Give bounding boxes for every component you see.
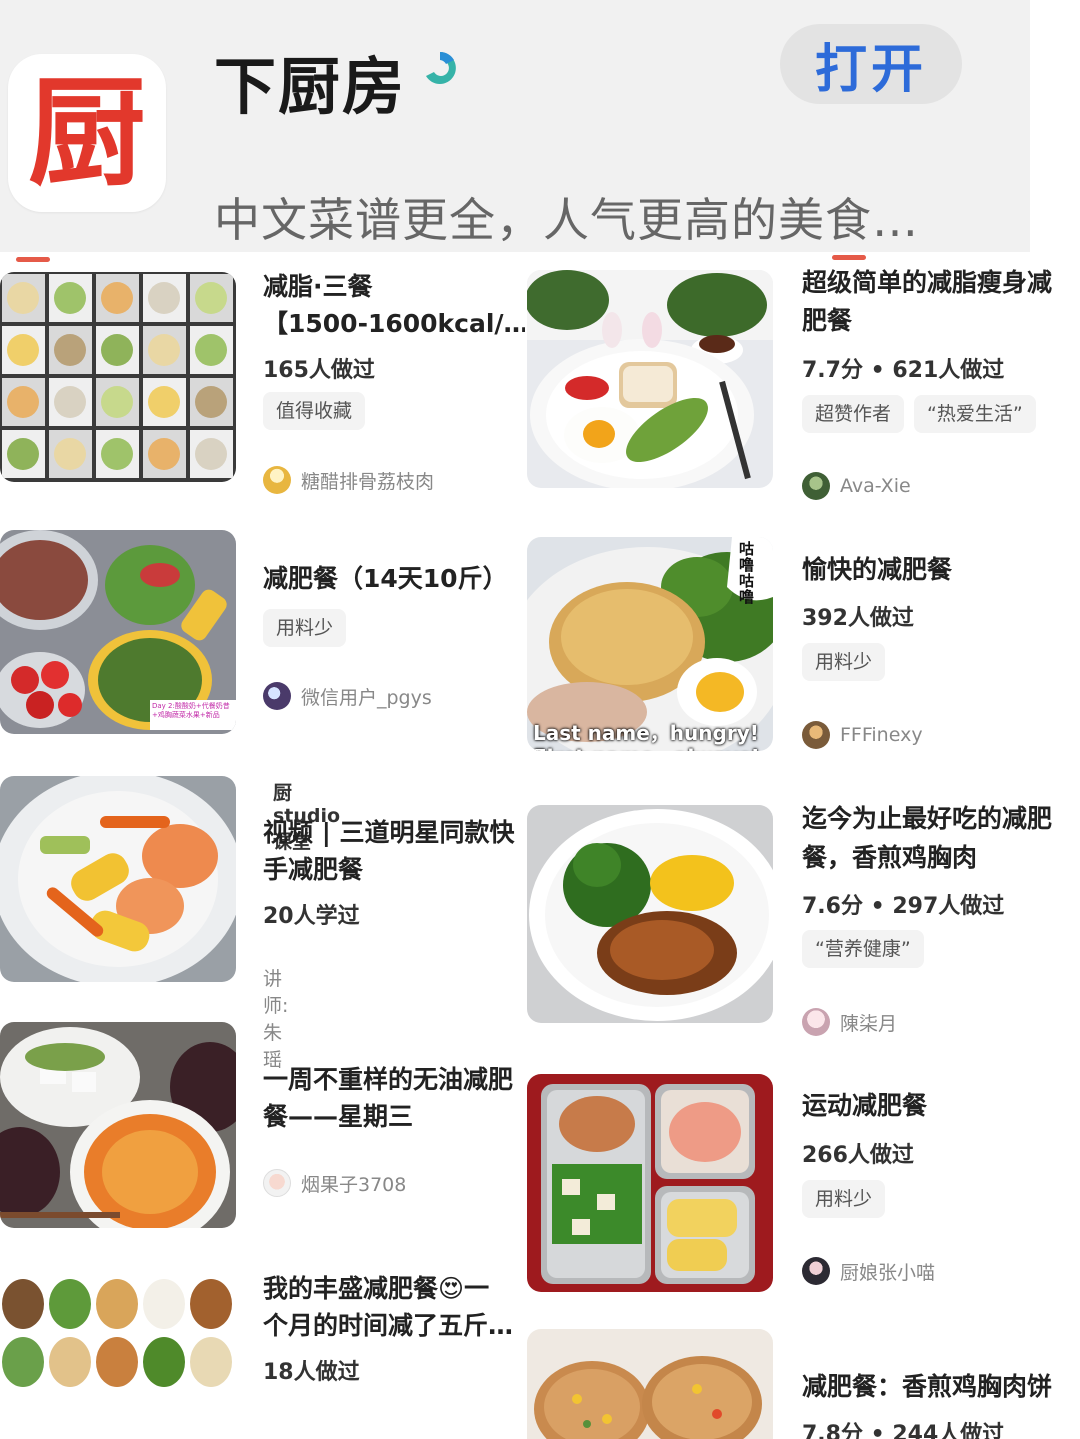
recipe-title-line2[interactable]: 【1500-1600kcal/…: [263, 305, 525, 343]
author-name: 陳柒月: [840, 1012, 898, 1035]
course-title-line2[interactable]: 手减肥餐: [263, 851, 525, 889]
app-tagline: 中文菜谱更全，人气更高的美食…: [214, 193, 919, 247]
author[interactable]: 陳柒月: [802, 1008, 897, 1036]
author[interactable]: FFFinexy: [802, 721, 923, 749]
chicken-corn-photo: [527, 805, 773, 1023]
recipe-tag: 超赞作者: [802, 395, 905, 433]
meal-grid-photo: [0, 272, 236, 482]
author-name: 烟果子3708: [301, 1173, 407, 1196]
recipe-tag: 值得收藏: [263, 392, 366, 430]
course-stats: 20人学过: [263, 904, 360, 929]
recipe-thumbnail[interactable]: Day 2:酸酸奶+代餐奶昔 +鸡胸蔬菜水果+新品: [0, 530, 236, 734]
recipe-title-line2[interactable]: 个月的时间减了五斤…: [263, 1307, 525, 1345]
recipe-title[interactable]: 迄今为止最好吃的减肥: [802, 800, 1080, 838]
recipe-thumbnail[interactable]: [527, 1329, 773, 1439]
recipe-thumbnail[interactable]: Last name，hungry! First name，always! 咕噜咕…: [527, 537, 773, 751]
recipe-tag: 用料少: [802, 1180, 886, 1218]
app-name: 下厨房: [214, 50, 407, 123]
tofu-soup-photo: [0, 1022, 236, 1228]
recipe-title-line2[interactable]: 餐——星期三: [263, 1098, 525, 1136]
scroll-marker: [16, 257, 50, 262]
recipe-title[interactable]: 减脂·三餐: [263, 268, 525, 306]
recipe-tag: “营养健康”: [802, 930, 924, 968]
recipe-title[interactable]: 一周不重样的无油减肥: [263, 1061, 525, 1099]
author-name: 糖醋排骨荔枝肉: [301, 470, 435, 493]
recipe-title[interactable]: 减肥餐：香煎鸡胸肉饼: [802, 1368, 1080, 1406]
avatar: [263, 682, 291, 710]
recipe-stats: 266人做过: [802, 1143, 914, 1168]
thumbnail-overlay-text: First name，always!: [533, 741, 760, 751]
recipe-stats: 165人做过: [263, 358, 375, 383]
author-name: FFFinexy: [840, 724, 923, 746]
author[interactable]: Ava-Xie: [802, 472, 911, 500]
author[interactable]: 微信用户_pgys: [263, 682, 432, 710]
recipe-stats: 18人做过: [263, 1360, 360, 1385]
verified-icon: [426, 51, 456, 84]
author[interactable]: 厨娘张小喵: [802, 1257, 935, 1285]
breakfast-plate-photo: [527, 270, 773, 488]
lunchbox-photo: [527, 1074, 773, 1292]
author[interactable]: 烟果子3708: [263, 1169, 406, 1197]
recipe-thumbnail[interactable]: [527, 805, 773, 1023]
shrimp-corn-photo: [0, 776, 236, 982]
avatar: [263, 1169, 291, 1197]
recipe-title[interactable]: 愉快的减肥餐: [802, 551, 1080, 589]
recipe-title[interactable]: 我的丰盛减肥餐😍一: [263, 1270, 525, 1308]
author-name: Ava-Xie: [840, 475, 911, 497]
author-name: 厨娘张小喵: [840, 1261, 936, 1284]
recipe-title[interactable]: 减肥餐（14天10斤）: [263, 560, 525, 598]
recipe-thumbnail[interactable]: [527, 270, 773, 488]
course-title[interactable]: 视频 | 三道明星同款快: [263, 814, 525, 852]
scroll-marker: [832, 255, 866, 260]
open-app-button[interactable]: 打开: [780, 24, 962, 104]
thumbnail-caption: Day 2:酸酸奶+代餐奶昔 +鸡胸蔬菜水果+新品: [152, 702, 230, 719]
app-banner[interactable]: 厨 下厨房 打开 中文菜谱更全，人气更高的美食…: [0, 0, 1030, 252]
recipe-title[interactable]: 超级简单的减脂瘦身减: [802, 264, 1080, 302]
recipe-title-line2[interactable]: 肥餐: [802, 302, 1080, 340]
avatar: [263, 466, 291, 494]
recipe-title[interactable]: 运动减肥餐: [802, 1087, 1080, 1125]
chicken-patties-photo: [527, 1329, 773, 1439]
recipe-title-line2[interactable]: 餐，香煎鸡胸肉: [802, 839, 1080, 877]
app-icon-glyph: 厨: [27, 63, 146, 202]
avatar: [802, 1257, 830, 1285]
thumbnail-sticker: 咕噜咕噜: [739, 540, 755, 606]
recipe-thumbnail[interactable]: [0, 1022, 236, 1228]
recipe-stats: 7.6分 • 297人做过: [802, 894, 1005, 919]
recipe-stats: 392人做过: [802, 606, 914, 631]
recipe-thumbnail[interactable]: [0, 776, 236, 982]
avatar: [802, 721, 830, 749]
author-name: 微信用户_pgys: [301, 686, 432, 709]
recipe-tag: 用料少: [263, 609, 347, 647]
meal-collage-photo: [0, 1276, 236, 1392]
course-teacher: 讲师: 朱瑶: [263, 968, 289, 1071]
recipe-thumbnail[interactable]: [0, 272, 236, 482]
avatar: [802, 1008, 830, 1036]
recipe-tag: 用料少: [802, 643, 886, 681]
recipe-stats: 7.7分 • 621人做过: [802, 358, 1005, 383]
author[interactable]: 糖醋排骨荔枝肉: [263, 466, 434, 494]
screen: 厨 下厨房 打开 中文菜谱更全，人气更高的美食… 减脂·三餐 【1500-160…: [0, 0, 1080, 1439]
avatar: [802, 472, 830, 500]
recipe-stats: 7.8分 • 244人做过: [802, 1422, 1005, 1439]
recipe-tag: “热爱生活”: [914, 395, 1036, 433]
recipe-thumbnail[interactable]: [0, 1276, 236, 1392]
recipe-thumbnail[interactable]: [527, 1074, 773, 1292]
app-icon[interactable]: 厨: [8, 54, 166, 212]
